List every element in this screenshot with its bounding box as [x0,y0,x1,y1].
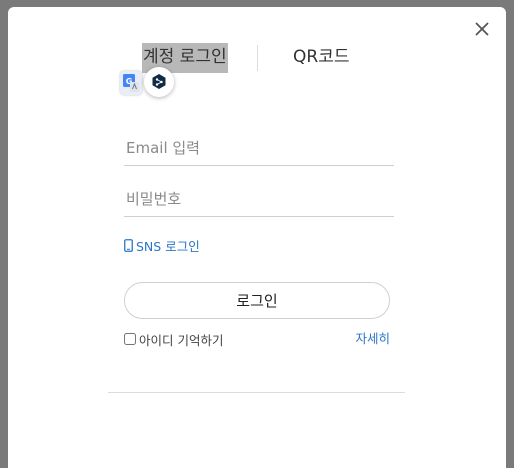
phone-icon [124,238,133,252]
details-link[interactable]: 자세히 [355,330,390,348]
login-modal: 계정 로그인 QR코드 G SNS 로그인 로그인 아 [8,7,506,468]
deepl-icon [152,74,166,89]
google-translate-extension-button[interactable]: G [120,71,142,95]
google-translate-icon: G [123,74,139,92]
email-field[interactable] [124,131,394,166]
password-field[interactable] [124,182,394,217]
tab-divider [257,45,258,71]
sns-login-link[interactable]: SNS 로그인 [124,236,200,254]
sns-login-label: SNS 로그인 [136,238,200,254]
bottom-divider [108,392,405,393]
tab-qr-code[interactable]: QR코드 [293,43,349,73]
deepl-extension-button[interactable] [144,67,174,97]
remember-id-option[interactable]: 아이디 기억하기 [124,330,223,348]
login-button[interactable]: 로그인 [124,282,390,319]
remember-id-label: 아이디 기억하기 [139,332,224,348]
remember-id-checkbox[interactable] [124,333,136,345]
login-tabs: 계정 로그인 QR코드 [8,43,506,73]
close-icon [475,22,489,36]
close-button[interactable] [472,19,492,39]
